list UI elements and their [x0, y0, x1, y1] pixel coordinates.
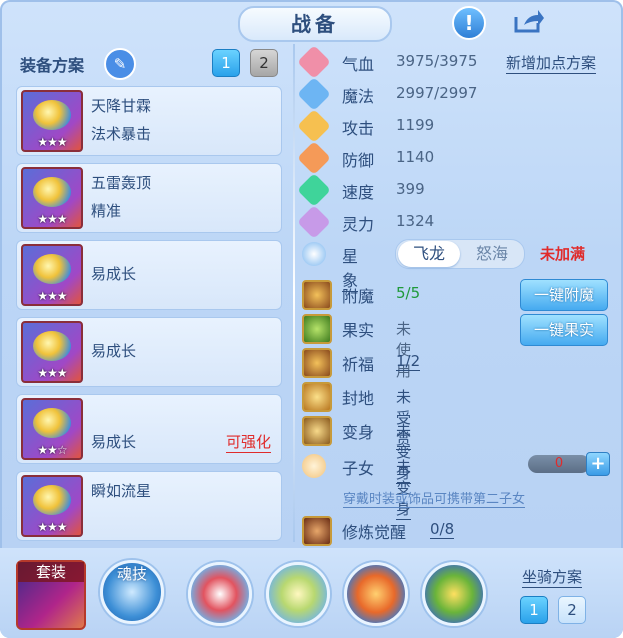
- blessing-value-link[interactable]: 1/2: [396, 352, 421, 371]
- child-count-field: 0: [528, 455, 590, 473]
- skill-slot-4[interactable]: [422, 562, 486, 626]
- equipment-slot-helmet[interactable]: ★★★ 五雷轰顶 精准: [16, 163, 282, 233]
- page-title: 战备: [238, 6, 392, 42]
- star-sign-option-flying-dragon[interactable]: 飞龙: [398, 241, 460, 267]
- equipment-plan-label: 装备方案: [20, 56, 85, 75]
- set-label: 套装: [18, 562, 84, 582]
- equip-name: 瞬如流星: [91, 482, 152, 500]
- star-sign-toggle[interactable]: 飞龙 怒海: [395, 239, 525, 269]
- cultivation-value-link[interactable]: 0/8: [430, 520, 455, 539]
- belt-icon: ★★☆: [21, 398, 83, 460]
- share-icon[interactable]: [510, 6, 546, 36]
- enhance-link[interactable]: 可强化: [225, 431, 271, 453]
- equipment-slot-necklace[interactable]: ★★★ 易成长: [16, 317, 282, 387]
- equip-effect: 易成长: [91, 433, 137, 451]
- sword-icon: [297, 109, 331, 143]
- one-click-fruit-button[interactable]: 一键果实: [520, 314, 608, 346]
- star-sign-status: 未加满: [540, 245, 586, 263]
- mount-tab-2[interactable]: 2: [558, 596, 586, 624]
- child-add-button[interactable]: +: [586, 452, 610, 476]
- skill-slot-1[interactable]: [188, 562, 252, 626]
- necklace-icon: ★★★: [21, 321, 83, 383]
- mount-plan-link[interactable]: 坐骑方案: [522, 566, 583, 588]
- star-sign-icon: [302, 242, 326, 266]
- enchant-icon: [302, 280, 332, 310]
- equip-name: 天降甘霖: [91, 97, 152, 115]
- equip-name: 五雷轰顶: [91, 174, 152, 192]
- skill-slot-3[interactable]: [344, 562, 408, 626]
- one-click-enchant-button[interactable]: 一键附魔: [520, 279, 608, 311]
- equip-effect: 易成长: [91, 342, 137, 360]
- shield-icon: [297, 141, 331, 175]
- info-icon[interactable]: !: [452, 6, 486, 40]
- skill-slot-2[interactable]: [266, 562, 330, 626]
- battle-prep-panel: 战备 ! 装备方案 ✎ 1 2 ★★★ 天降甘霖 法术暴击 ★★★ 五雷轰顶 精…: [0, 0, 623, 638]
- set-button[interactable]: 套装: [16, 560, 86, 630]
- blessing-icon: [302, 348, 332, 378]
- edit-pen-icon[interactable]: ✎: [104, 48, 136, 80]
- plan-tab-1[interactable]: 1: [212, 49, 240, 77]
- fruit-icon: [302, 314, 332, 344]
- boots-icon: ★★★: [21, 475, 83, 537]
- fief-icon: [302, 382, 332, 412]
- weapon-icon: ★★★: [21, 90, 83, 152]
- column-divider: [293, 44, 295, 542]
- speed-icon: [297, 173, 331, 207]
- star-sign-option-angry-sea[interactable]: 怒海: [462, 241, 522, 267]
- transform-icon: [302, 416, 332, 446]
- equipment-slot-weapon[interactable]: ★★★ 天降甘霖 法术暴击: [16, 86, 282, 156]
- helmet-icon: ★★★: [21, 167, 83, 229]
- soul-skill-button[interactable]: 魂技: [100, 560, 164, 624]
- armor-icon: ★★★: [21, 244, 83, 306]
- mana-icon: [297, 77, 331, 111]
- equip-effect: 法术暴击: [91, 125, 152, 143]
- child-note: 穿戴时装或饰品可携带第二子女: [343, 488, 526, 508]
- spirit-icon: [297, 205, 331, 239]
- child-icon: [302, 454, 326, 478]
- equip-effect: 精准: [91, 202, 122, 220]
- equip-effect: 易成长: [91, 265, 137, 283]
- heart-icon: [297, 45, 331, 79]
- equipment-slot-boots[interactable]: ★★★ 瞬如流星: [16, 471, 282, 541]
- add-point-plan-link[interactable]: 新增加点方案: [506, 52, 597, 74]
- equipment-plan-header: 装备方案 ✎ 1 2: [16, 48, 284, 80]
- equipment-slot-belt[interactable]: ★★☆ 易成长 可强化: [16, 394, 282, 464]
- plan-tab-2[interactable]: 2: [250, 49, 278, 77]
- equipment-slot-armor[interactable]: ★★★ 易成长: [16, 240, 282, 310]
- cultivation-icon: [302, 516, 332, 546]
- soul-skill-label: 魂技: [116, 565, 147, 583]
- mount-tab-1[interactable]: 1: [520, 596, 548, 624]
